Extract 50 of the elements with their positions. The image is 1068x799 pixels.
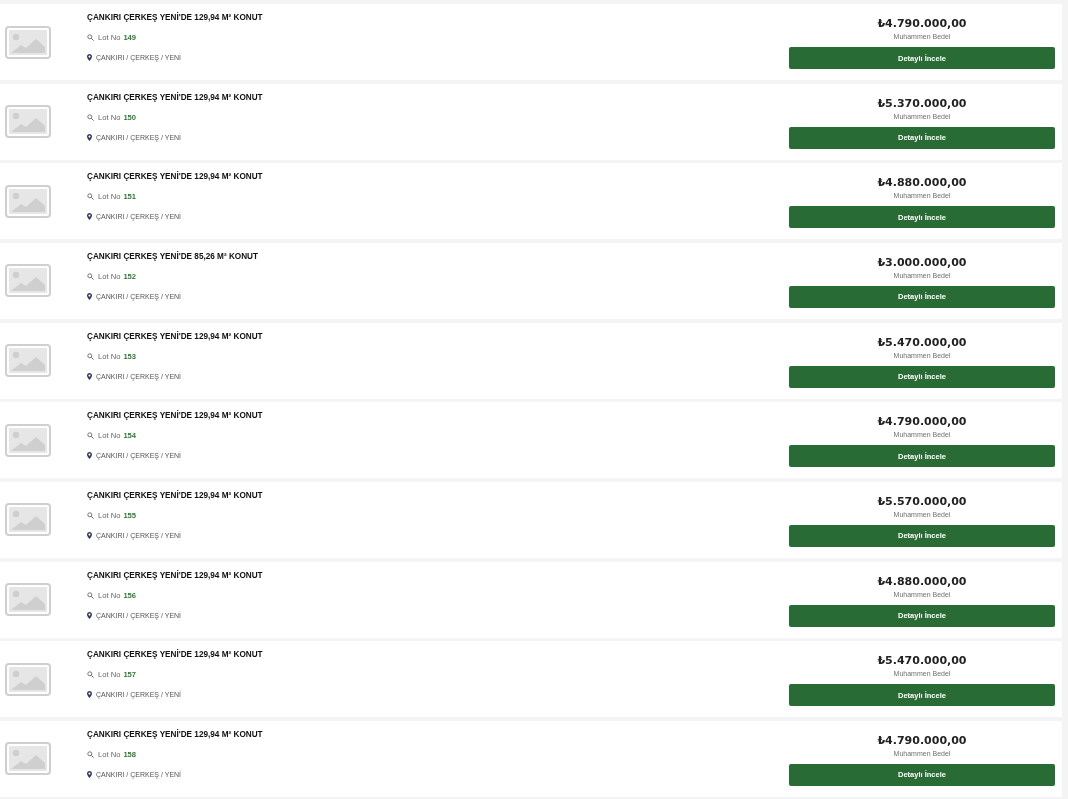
price-text: ₺4.880.000,00 bbox=[877, 574, 967, 588]
price-text: ₺4.790.000,00 bbox=[877, 415, 967, 429]
map-pin-icon bbox=[87, 133, 92, 141]
map-pin-icon bbox=[87, 611, 92, 619]
map-pin-icon bbox=[87, 691, 92, 699]
listing-title: ÇANKIRI ÇERKEŞ YENİ'DE 129,94 M² KONUT bbox=[87, 171, 263, 183]
price-text: ₺5.570.000,00 bbox=[877, 494, 967, 508]
price-text: ₺4.880.000,00 bbox=[877, 176, 967, 190]
price-text: ₺4.790.000,00 bbox=[877, 17, 967, 30]
map-pin-icon bbox=[87, 372, 92, 380]
search-icon bbox=[87, 34, 94, 41]
search-icon bbox=[87, 671, 94, 679]
search-icon bbox=[87, 432, 94, 440]
price-text: ₺3.000.000,00 bbox=[877, 255, 967, 269]
image-placeholder-icon bbox=[5, 583, 51, 617]
image-placeholder-icon bbox=[5, 25, 51, 59]
image-placeholder-icon bbox=[5, 662, 51, 696]
image-placeholder-icon bbox=[5, 264, 51, 298]
search-icon bbox=[87, 511, 94, 519]
image-placeholder-icon bbox=[5, 344, 51, 378]
listing-title: ÇANKIRI ÇERKEŞ YENİ'DE 129,94 M² KONUT bbox=[87, 330, 263, 342]
price-text: ₺5.370.000,00 bbox=[877, 96, 967, 110]
listing-title: ÇANKIRI ÇERKEŞ YENİ'DE 129,94 M² KONUT bbox=[87, 489, 263, 501]
search-icon bbox=[87, 591, 94, 599]
listing-title: ÇANKIRI ÇERKEŞ YENİ'DE 129,94 M² KONUT bbox=[87, 12, 263, 23]
price-text: ₺5.470.000,00 bbox=[877, 654, 967, 668]
image-placeholder-icon bbox=[5, 503, 51, 537]
listing-title: ÇANKIRI ÇERKEŞ YENİ'DE 129,94 M² KONUT bbox=[87, 91, 263, 103]
listing-title: ÇANKIRI ÇERKEŞ YENİ'DE 129,94 M² KONUT bbox=[87, 569, 263, 581]
listing-title: ÇANKIRI ÇERKEŞ YENİ'DE 129,94 M² KONUT bbox=[87, 649, 263, 661]
price-text: ₺4.790.000,00 bbox=[877, 733, 967, 747]
map-pin-icon bbox=[87, 213, 92, 221]
price-text: ₺5.470.000,00 bbox=[877, 335, 967, 349]
image-placeholder-icon bbox=[5, 742, 51, 776]
map-pin-icon bbox=[87, 770, 92, 778]
search-icon bbox=[87, 113, 94, 121]
image-placeholder-icon bbox=[5, 423, 51, 457]
listing-title: ÇANKIRI ÇERKEŞ YENİ'DE 129,94 M² KONUT bbox=[87, 728, 263, 740]
map-pin-icon bbox=[87, 531, 92, 539]
search-icon bbox=[87, 193, 94, 201]
image-placeholder-icon bbox=[5, 184, 51, 218]
listing-title: ÇANKIRI ÇERKEŞ YENİ'DE 129,94 M² KONUT bbox=[87, 410, 263, 422]
search-icon bbox=[87, 272, 94, 280]
search-icon bbox=[87, 352, 94, 360]
map-pin-icon bbox=[87, 54, 92, 61]
listing-title: ÇANKIRI ÇERKEŞ YENİ'DE 85,26 M² KONUT bbox=[87, 250, 259, 262]
image-placeholder-icon bbox=[5, 105, 51, 139]
map-pin-icon bbox=[87, 292, 92, 300]
search-icon bbox=[87, 750, 94, 758]
map-pin-icon bbox=[87, 452, 92, 460]
